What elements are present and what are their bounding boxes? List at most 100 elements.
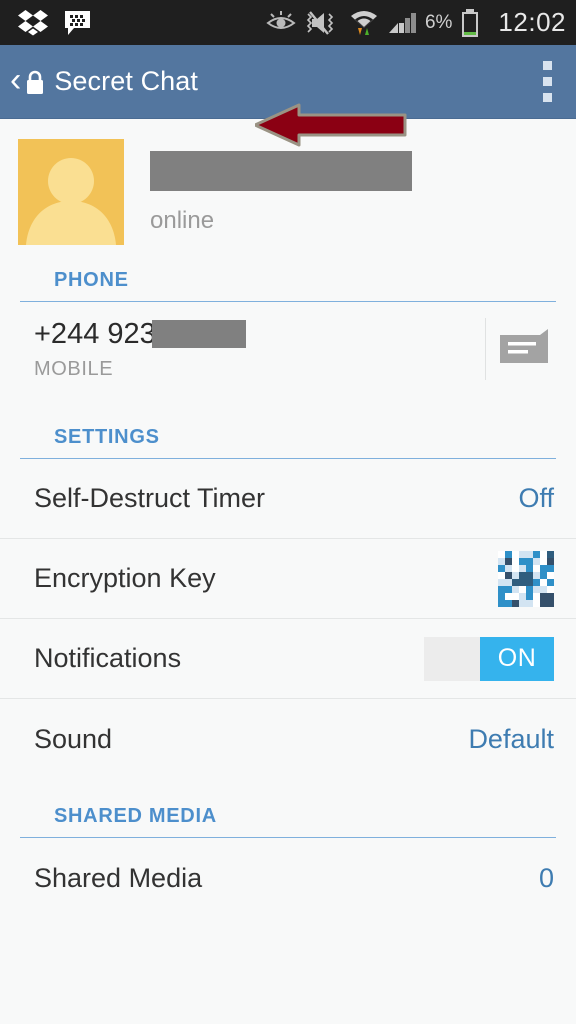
cellular-signal-icon [388,11,416,35]
notifications-toggle[interactable]: ON [424,636,554,681]
notifications-toggle-thumb: ON [480,636,554,681]
avatar[interactable] [18,139,124,245]
contact-name-redacted [150,151,412,191]
phone-row[interactable]: +244 923 MOBILE [0,302,576,394]
status-bar-left-icons [18,9,91,37]
identicon-cell-2-3 [519,564,526,572]
identicon-cell-6-1 [505,592,512,600]
row-value-self-destruct-timer: Off [518,483,554,513]
send-message-button[interactable] [494,319,554,379]
dropbox-icon [18,9,48,37]
identicon-cell-5-1 [505,585,512,593]
identicon-cell-3-4 [526,571,533,579]
identicon-cell-5-3 [519,585,526,593]
identicon-cell-5-7 [547,585,554,593]
section-header-settings: SETTINGS [20,426,556,459]
identicon-cell-0-3 [519,550,526,558]
identicon-cell-2-5 [533,564,540,572]
row-label-sound: Sound [34,723,113,754]
identicon-cell-0-2 [512,550,519,558]
identicon-cell-3-2 [512,571,519,579]
back-chevron-icon[interactable]: ‹ [10,63,21,97]
row-label-shared-media: Shared Media [34,862,203,893]
phone-number-redacted [151,320,246,348]
identicon-cell-7-5 [533,599,540,607]
identicon-cell-1-7 [547,557,554,565]
row-value-sound: Default [468,723,554,754]
identicon-cell-0-5 [533,550,540,558]
smart-stay-eye-icon [265,10,297,35]
identicon-cell-1-0 [498,557,505,565]
sound-mute-vibrate-icon [306,10,340,36]
identicon-cell-2-1 [505,564,512,572]
bbm-chat-icon [64,10,91,36]
identicon-cell-0-4 [526,550,533,558]
identicon-cell-6-2 [512,592,519,600]
app-bar: ‹ Secret Chat [0,45,576,147]
identicon-cell-5-4 [526,585,533,593]
identicon-cell-6-6 [540,592,547,600]
row-value-shared-media: 0 [538,862,554,893]
identicon-cell-1-6 [540,557,547,565]
row-notifications[interactable]: Notifications ON [0,619,576,699]
identicon-cell-3-0 [498,571,505,579]
identicon-cell-5-2 [512,585,519,593]
overflow-menu-icon[interactable] [535,55,560,108]
identicon-cell-3-5 [533,571,540,579]
battery-percent-label: 6% [424,11,453,33]
identicon-cell-6-7 [547,592,554,600]
row-shared-media[interactable]: Shared Media 0 [0,838,576,918]
section-header-phone: PHONE [20,269,556,302]
identicon-cell-4-7 [547,578,554,586]
status-bar: 6% 12:02 [0,0,576,45]
row-label-notifications: Notifications [34,643,182,673]
profile-header: online [0,119,576,245]
phone-row-divider [485,318,486,380]
section-header-shared-media: SHARED MEDIA [20,805,556,838]
overflow-dot-2 [543,77,552,86]
identicon-cell-6-4 [526,592,533,600]
identicon-cell-6-0 [498,592,505,600]
identicon-cell-0-6 [540,550,547,558]
identicon-cell-0-0 [498,550,505,558]
identicon-cell-6-5 [533,592,540,600]
identicon-cell-1-2 [512,557,519,565]
identicon-cell-3-6 [540,571,547,579]
identicon-cell-7-0 [498,599,505,607]
phone-type-label: MOBILE [34,357,114,380]
identicon-cell-1-1 [505,557,512,565]
phone-number-text: +244 923 [34,317,156,350]
identicon-cell-4-4 [526,578,533,586]
identicon-cell-5-6 [540,585,547,593]
row-sound[interactable]: Sound Default [0,699,576,779]
row-label-self-destruct-timer: Self-Destruct Timer [34,483,266,513]
identicon-cell-5-0 [498,585,505,593]
identicon-cell-1-3 [519,557,526,565]
identicon-cell-5-5 [533,585,540,593]
identicon-cell-4-0 [498,578,505,586]
identicon-cell-2-0 [498,564,505,572]
identicon-cell-0-1 [505,550,512,558]
row-label-encryption-key: Encryption Key [34,563,216,593]
wifi-data-icon [349,9,379,36]
contact-status: online [150,207,215,234]
row-encryption-key[interactable]: Encryption Key [0,539,576,619]
identicon-cell-7-6 [540,599,547,607]
row-self-destruct-timer[interactable]: Self-Destruct Timer Off [0,459,576,539]
identicon-cell-7-1 [505,599,512,607]
identicon-cell-2-4 [526,564,533,572]
identicon-cell-4-1 [505,578,512,586]
identicon-cell-7-2 [512,599,519,607]
identicon-cell-2-2 [512,564,519,572]
identicon-cell-1-5 [533,557,540,565]
profile-text: online [150,139,412,235]
phone-main: +244 923 MOBILE [34,318,246,381]
identicon-cell-2-7 [547,564,554,572]
overflow-dot-3 [543,93,552,102]
identicon-cell-1-4 [526,557,533,565]
status-bar-right-icons: 6% 12:02 [265,7,566,38]
identicon-cell-4-3 [519,578,526,586]
identicon-cell-0-7 [547,550,554,558]
overflow-dot-1 [543,61,552,70]
identicon-cell-4-5 [533,578,540,586]
